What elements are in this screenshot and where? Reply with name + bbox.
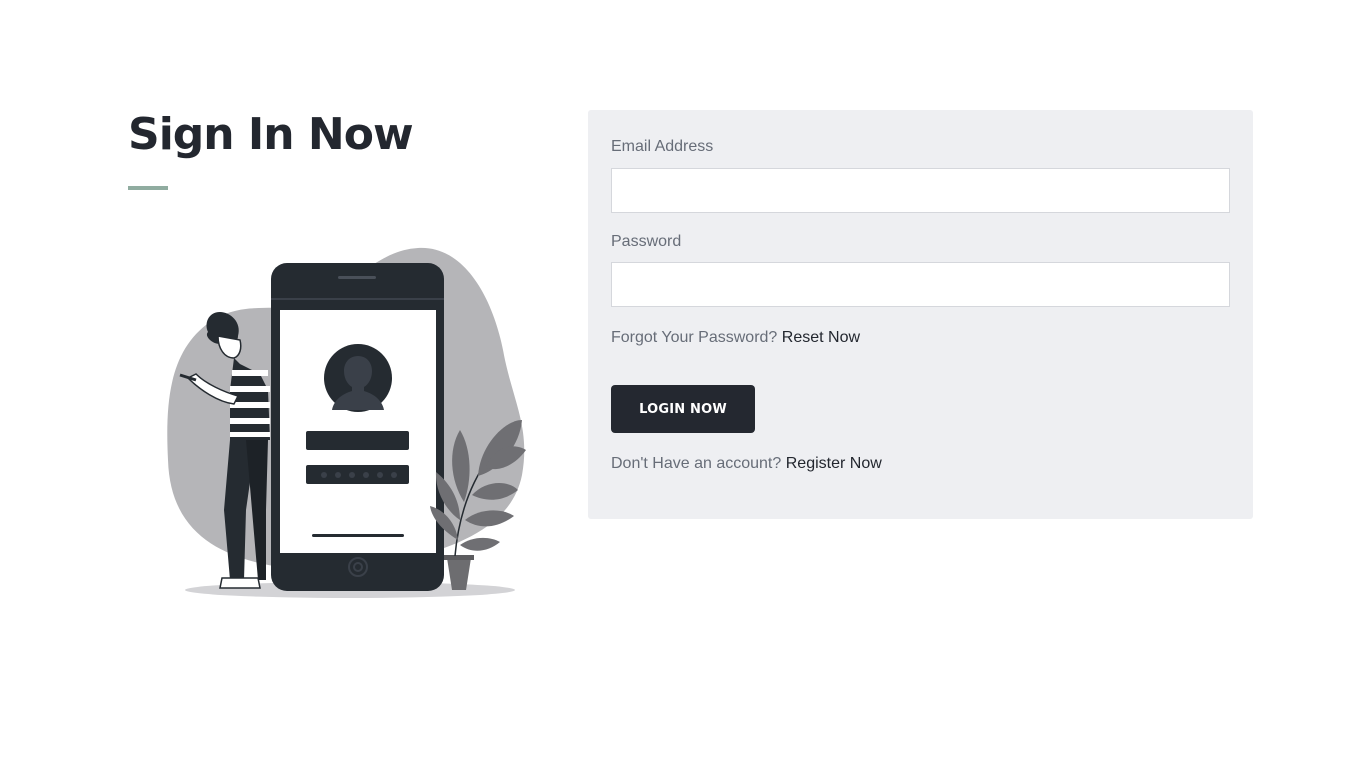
login-panel: Email Address Password Forgot Your Passw… [588,110,1253,519]
email-label: Email Address [611,138,714,155]
password-input[interactable] [611,262,1230,307]
register-prompt-text: Don't Have an account? [611,455,782,472]
phone-icon [271,263,444,591]
page-title: Sign In Now [128,109,414,160]
reset-now-link[interactable]: Reset Now [782,329,860,346]
register-row: Don't Have an account? Register Now [611,455,882,473]
title-underline [128,186,168,190]
forgot-password-row: Forgot Your Password? Reset Now [611,329,860,347]
forgot-password-text: Forgot Your Password? [611,329,778,346]
login-button[interactable]: LOGIN NOW [611,385,755,433]
login-illustration [167,247,526,598]
password-label: Password [611,233,682,250]
register-now-link[interactable]: Register Now [786,455,882,472]
email-input[interactable] [611,168,1230,213]
